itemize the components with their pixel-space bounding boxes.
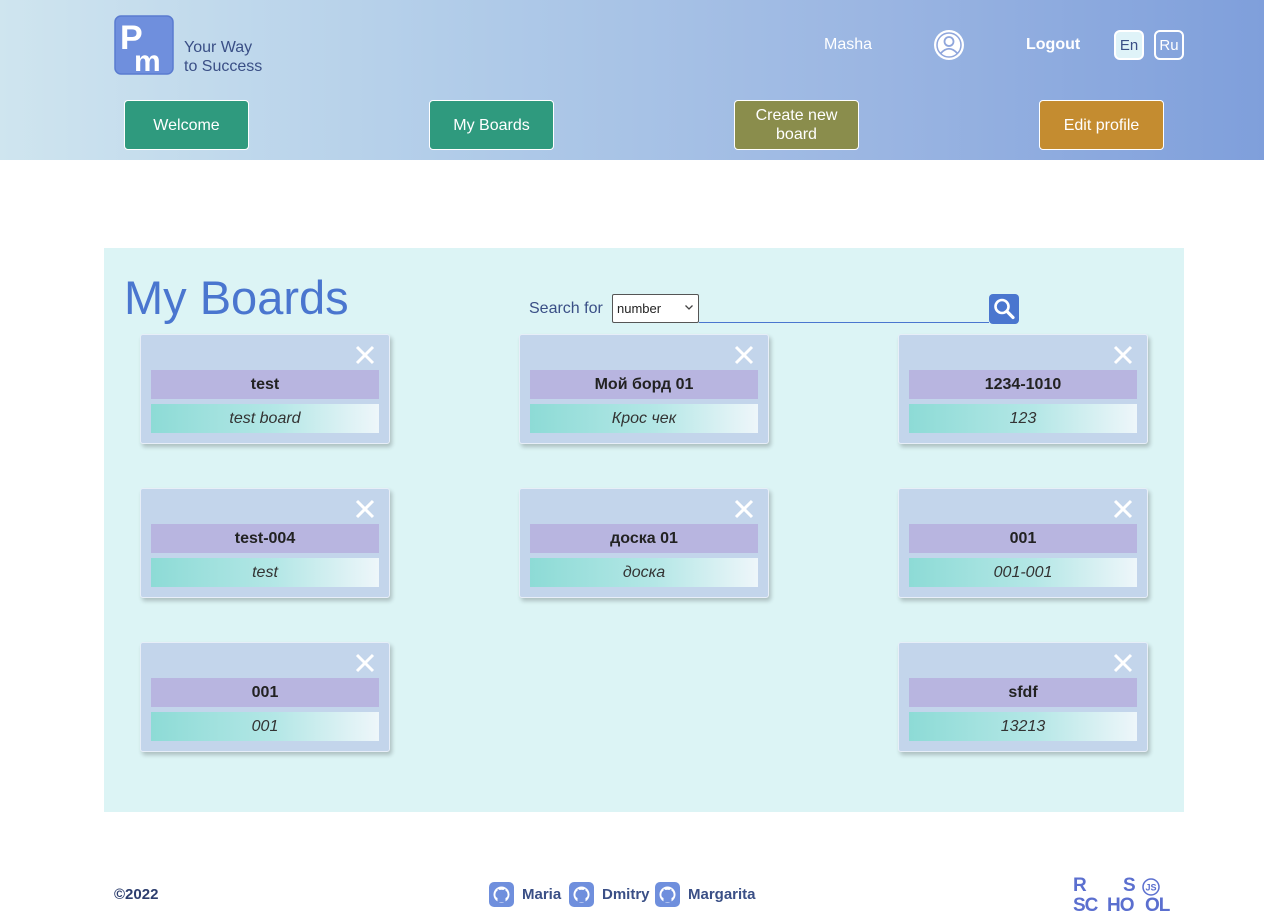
author-name: Margarita xyxy=(688,886,756,903)
welcome-button[interactable]: Welcome xyxy=(124,100,249,150)
logout-link[interactable]: Logout xyxy=(1026,36,1080,54)
close-icon[interactable] xyxy=(734,345,754,365)
boards-panel: My Boards Search for number test test bo… xyxy=(104,248,1184,812)
svg-text:SC: SC xyxy=(1073,895,1099,913)
svg-text:S: S xyxy=(1123,875,1136,896)
board-description: 001 xyxy=(151,712,379,741)
author-link-dmitry[interactable]: Dmitry xyxy=(569,882,650,907)
board-card[interactable]: 1234-1010 123 xyxy=(898,334,1148,444)
search-button[interactable] xyxy=(989,294,1019,324)
svg-text:JS: JS xyxy=(1146,883,1157,893)
board-card[interactable]: sfdf 13213 xyxy=(898,642,1148,752)
board-title: доска 01 xyxy=(530,524,758,553)
board-description: 123 xyxy=(909,404,1137,433)
close-icon[interactable] xyxy=(1113,653,1133,673)
author-name: Dmitry xyxy=(602,886,650,903)
board-card[interactable]: test test board xyxy=(140,334,390,444)
logo-tagline: Your Way to Success xyxy=(184,38,262,76)
close-icon[interactable] xyxy=(355,499,375,519)
page-title: My Boards xyxy=(124,271,349,324)
board-card[interactable]: test-004 test xyxy=(140,488,390,598)
board-description: test board xyxy=(151,404,379,433)
close-icon[interactable] xyxy=(355,345,375,365)
board-card[interactable]: 001 001-001 xyxy=(898,488,1148,598)
close-icon[interactable] xyxy=(355,653,375,673)
board-title: test xyxy=(151,370,379,399)
my-boards-button[interactable]: My Boards xyxy=(429,100,554,150)
logo-tagline-line1: Your Way xyxy=(184,39,253,56)
author-link-maria[interactable]: Maria xyxy=(489,882,561,907)
close-icon[interactable] xyxy=(1113,499,1133,519)
github-icon xyxy=(655,882,680,907)
search-input[interactable] xyxy=(699,322,989,323)
board-card[interactable]: 001 001 xyxy=(140,642,390,752)
header: P m Your Way to Success Masha Logout En … xyxy=(0,0,1264,160)
board-description: 13213 xyxy=(909,712,1137,741)
close-icon[interactable] xyxy=(734,499,754,519)
svg-text:OL: OL xyxy=(1145,895,1171,913)
svg-text:R: R xyxy=(1073,875,1087,896)
board-title: 001 xyxy=(151,678,379,707)
board-description: Крос чек xyxy=(530,404,758,433)
board-title: 1234-1010 xyxy=(909,370,1137,399)
svg-text:HO: HO xyxy=(1107,895,1134,913)
board-title: Мой борд 01 xyxy=(530,370,758,399)
board-title: sfdf xyxy=(909,678,1137,707)
board-title: 001 xyxy=(909,524,1137,553)
github-icon xyxy=(569,882,594,907)
logo-tagline-line2: to Success xyxy=(184,58,263,75)
search-field-select[interactable]: number xyxy=(612,294,699,323)
close-icon[interactable] xyxy=(1113,345,1133,365)
author-name: Maria xyxy=(522,886,562,903)
board-card[interactable]: доска 01 доска xyxy=(519,488,769,598)
board-card[interactable]: Мой борд 01 Крос чек xyxy=(519,334,769,444)
github-icon xyxy=(489,882,514,907)
copyright-text: ©2022 xyxy=(114,886,159,903)
pm-logo[interactable]: P m xyxy=(114,15,174,75)
rs-school-logo[interactable]: R S SC HO OL JS xyxy=(1073,875,1175,913)
board-description: 001-001 xyxy=(909,558,1137,587)
svg-text:m: m xyxy=(134,45,161,75)
author-link-margarita[interactable]: Margarita xyxy=(655,882,756,907)
chevron-down-icon xyxy=(685,305,693,310)
board-description: доска xyxy=(530,558,758,587)
search-select-value: number xyxy=(617,301,662,316)
language-ru-button[interactable]: Ru xyxy=(1154,30,1184,60)
create-board-button[interactable]: Create new board xyxy=(734,100,859,150)
edit-profile-button[interactable]: Edit profile xyxy=(1039,100,1164,150)
user-name: Masha xyxy=(824,36,873,53)
board-title: test-004 xyxy=(151,524,379,553)
language-en-button[interactable]: En xyxy=(1114,30,1144,60)
search-icon xyxy=(994,298,1015,320)
user-avatar-icon[interactable] xyxy=(933,29,965,61)
board-description: test xyxy=(151,558,379,587)
search-label: Search for xyxy=(529,300,603,317)
